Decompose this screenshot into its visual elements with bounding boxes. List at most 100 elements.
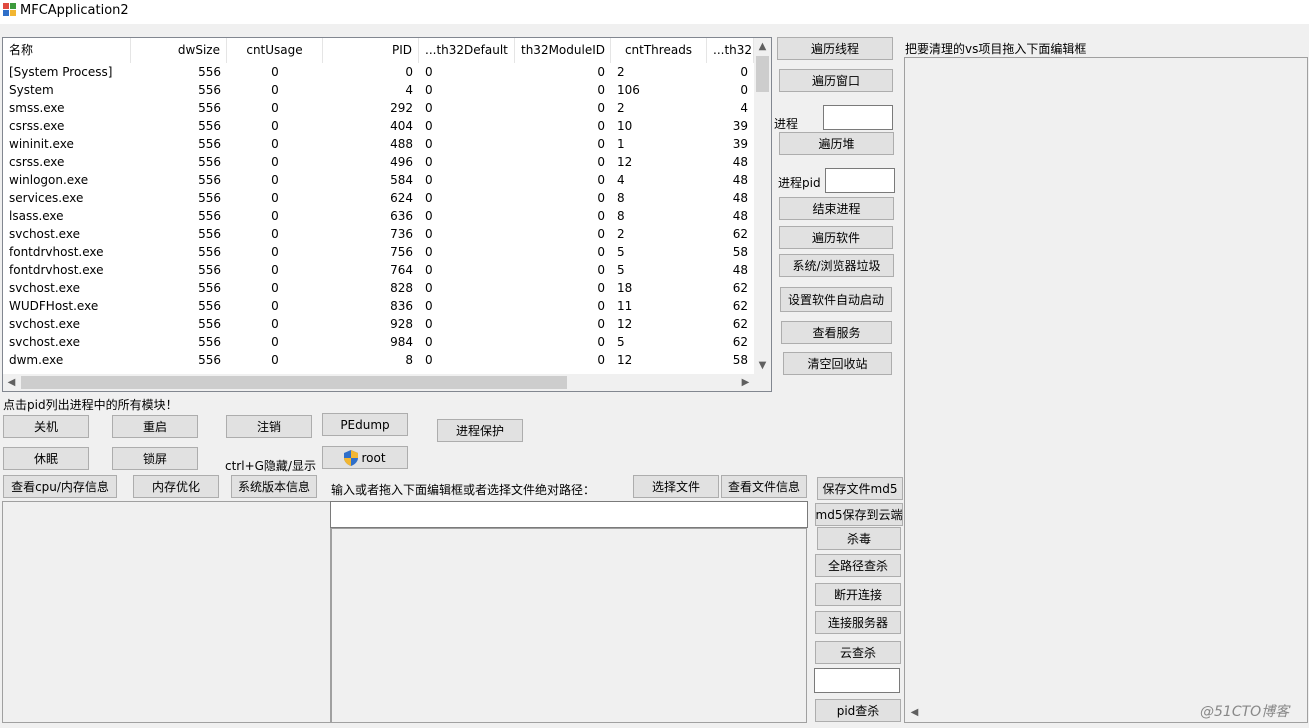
scroll-thumb-horizontal[interactable]: [21, 376, 567, 389]
table-row[interactable]: [System Process]556000020: [3, 63, 754, 81]
view-file-info-button[interactable]: 查看文件信息: [721, 475, 807, 498]
cloud-scan-button[interactable]: 云查杀: [815, 641, 901, 664]
traverse-heap-button[interactable]: 遍历堆: [779, 132, 894, 155]
process-input[interactable]: [823, 105, 893, 130]
md5-save-cloud-button[interactable]: md5保存到云端: [815, 503, 903, 526]
scroll-left-icon[interactable]: ◀: [906, 704, 923, 721]
cell-th32parent: 48: [707, 153, 754, 171]
col-header-pid[interactable]: PID: [323, 38, 419, 63]
full-path-scan-button[interactable]: 全路径查杀: [815, 554, 901, 577]
scroll-left-icon[interactable]: ◀: [3, 374, 20, 391]
antivirus-button[interactable]: 杀毒: [817, 527, 901, 550]
pedump-button[interactable]: PEdump: [322, 413, 408, 436]
shutdown-button[interactable]: 关机: [3, 415, 89, 438]
connect-server-button[interactable]: 连接服务器: [815, 611, 901, 634]
cell-name: svchost.exe: [3, 279, 131, 297]
col-header-th32moduleid[interactable]: th32ModuleID: [515, 38, 611, 63]
cloud-scan-input[interactable]: [814, 668, 900, 693]
table-row[interactable]: svchost.exe5560928001262: [3, 315, 754, 333]
pid-scan-button[interactable]: pid查杀: [815, 699, 901, 722]
hibernate-button[interactable]: 休眠: [3, 447, 89, 470]
table-row[interactable]: svchost.exe556098400562: [3, 333, 754, 351]
table-row[interactable]: dwm.exe55608001258: [3, 351, 754, 369]
traverse-software-button[interactable]: 遍历软件: [779, 226, 893, 249]
file-path-input[interactable]: [330, 501, 808, 528]
system-version-button[interactable]: 系统版本信息: [231, 475, 317, 498]
cell-name: svchost.exe: [3, 315, 131, 333]
col-header-th32parent[interactable]: ...th32P: [707, 38, 754, 63]
scroll-thumb-vertical[interactable]: [756, 56, 769, 92]
table-row[interactable]: lsass.exe556063600848: [3, 207, 754, 225]
disconnect-button[interactable]: 断开连接: [815, 583, 901, 606]
table-row[interactable]: services.exe556062400848: [3, 189, 754, 207]
cell-dwsize: 556: [131, 81, 227, 99]
cell-cntusage: 0: [227, 261, 323, 279]
col-header-dwsize[interactable]: dwSize: [131, 38, 227, 63]
drop-panel-edit[interactable]: [904, 57, 1308, 723]
restart-button[interactable]: 重启: [112, 415, 198, 438]
cpu-memory-info-button[interactable]: 查看cpu/内存信息: [3, 475, 117, 498]
pid-input[interactable]: [825, 168, 895, 193]
scroll-up-icon[interactable]: ▲: [754, 38, 771, 55]
cell-cntthreads: 8: [611, 189, 707, 207]
table-row[interactable]: wininit.exe556048800139: [3, 135, 754, 153]
cell-th32parent: 48: [707, 207, 754, 225]
cell-th32default: 0: [419, 351, 515, 369]
cell-th32parent: 48: [707, 171, 754, 189]
cell-dwsize: 556: [131, 315, 227, 333]
cell-cntthreads: 10: [611, 117, 707, 135]
table-row[interactable]: csrss.exe5560496001248: [3, 153, 754, 171]
cell-cntusage: 0: [227, 297, 323, 315]
table-row[interactable]: System55604001060: [3, 81, 754, 99]
choose-file-button[interactable]: 选择文件: [633, 475, 719, 498]
cell-name: csrss.exe: [3, 153, 131, 171]
col-header-cntthreads[interactable]: cntThreads: [611, 38, 707, 63]
scroll-down-icon[interactable]: ▼: [754, 357, 771, 374]
cell-cntusage: 0: [227, 189, 323, 207]
cell-cntthreads: 8: [611, 207, 707, 225]
cell-th32parent: 62: [707, 279, 754, 297]
cell-th32parent: 62: [707, 333, 754, 351]
traverse-threads-button[interactable]: 遍历线程: [777, 37, 893, 60]
table-row[interactable]: smss.exe55602920024: [3, 99, 754, 117]
root-button[interactable]: root: [322, 446, 408, 469]
cell-th32parent: 4: [707, 99, 754, 117]
cell-th32parent: 39: [707, 135, 754, 153]
traverse-windows-button[interactable]: 遍历窗口: [779, 69, 893, 92]
file-output-panel: [331, 528, 807, 723]
cell-name: wininit.exe: [3, 135, 131, 153]
table-row[interactable]: fontdrvhost.exe556076400548: [3, 261, 754, 279]
set-autostart-button[interactable]: 设置软件自动启动: [780, 287, 892, 312]
view-services-button[interactable]: 查看服务: [781, 321, 892, 344]
empty-recycle-bin-button[interactable]: 清空回收站: [783, 352, 892, 375]
system-browser-junk-button[interactable]: 系统/浏览器垃圾: [779, 254, 894, 277]
table-row[interactable]: svchost.exe556073600262: [3, 225, 754, 243]
save-file-md5-button[interactable]: 保存文件md5: [817, 477, 903, 500]
col-header-name[interactable]: 名称: [3, 38, 131, 63]
cell-dwsize: 556: [131, 243, 227, 261]
logoff-button[interactable]: 注销: [226, 415, 312, 438]
table-row[interactable]: fontdrvhost.exe556075600558: [3, 243, 754, 261]
list-horizontal-scrollbar[interactable]: ◀ ▶: [3, 374, 754, 391]
cell-pid: 488: [323, 135, 419, 153]
cell-cntusage: 0: [227, 207, 323, 225]
cell-th32parent: 39: [707, 117, 754, 135]
cell-th32parent: 0: [707, 81, 754, 99]
memory-optimize-button[interactable]: 内存优化: [133, 475, 219, 498]
process-protect-button[interactable]: 进程保护: [437, 419, 523, 442]
col-header-th32default[interactable]: ...th32Default: [419, 38, 515, 63]
list-vertical-scrollbar[interactable]: ▲ ▼: [754, 38, 771, 374]
table-row[interactable]: csrss.exe5560404001039: [3, 117, 754, 135]
col-header-cntusage[interactable]: cntUsage: [227, 38, 323, 63]
table-row[interactable]: winlogon.exe556058400448: [3, 171, 754, 189]
cell-th32moduleid: 0: [515, 189, 611, 207]
end-process-button[interactable]: 结束进程: [779, 197, 894, 220]
cell-dwsize: 556: [131, 63, 227, 81]
table-row[interactable]: WUDFHost.exe5560836001162: [3, 297, 754, 315]
scroll-right-icon[interactable]: ▶: [737, 374, 754, 391]
table-row[interactable]: svchost.exe5560828001862: [3, 279, 754, 297]
process-list[interactable]: 名称 dwSize cntUsage PID ...th32Default th…: [2, 37, 772, 392]
cell-pid: 496: [323, 153, 419, 171]
cell-cntthreads: 4: [611, 171, 707, 189]
lock-screen-button[interactable]: 锁屏: [112, 447, 198, 470]
